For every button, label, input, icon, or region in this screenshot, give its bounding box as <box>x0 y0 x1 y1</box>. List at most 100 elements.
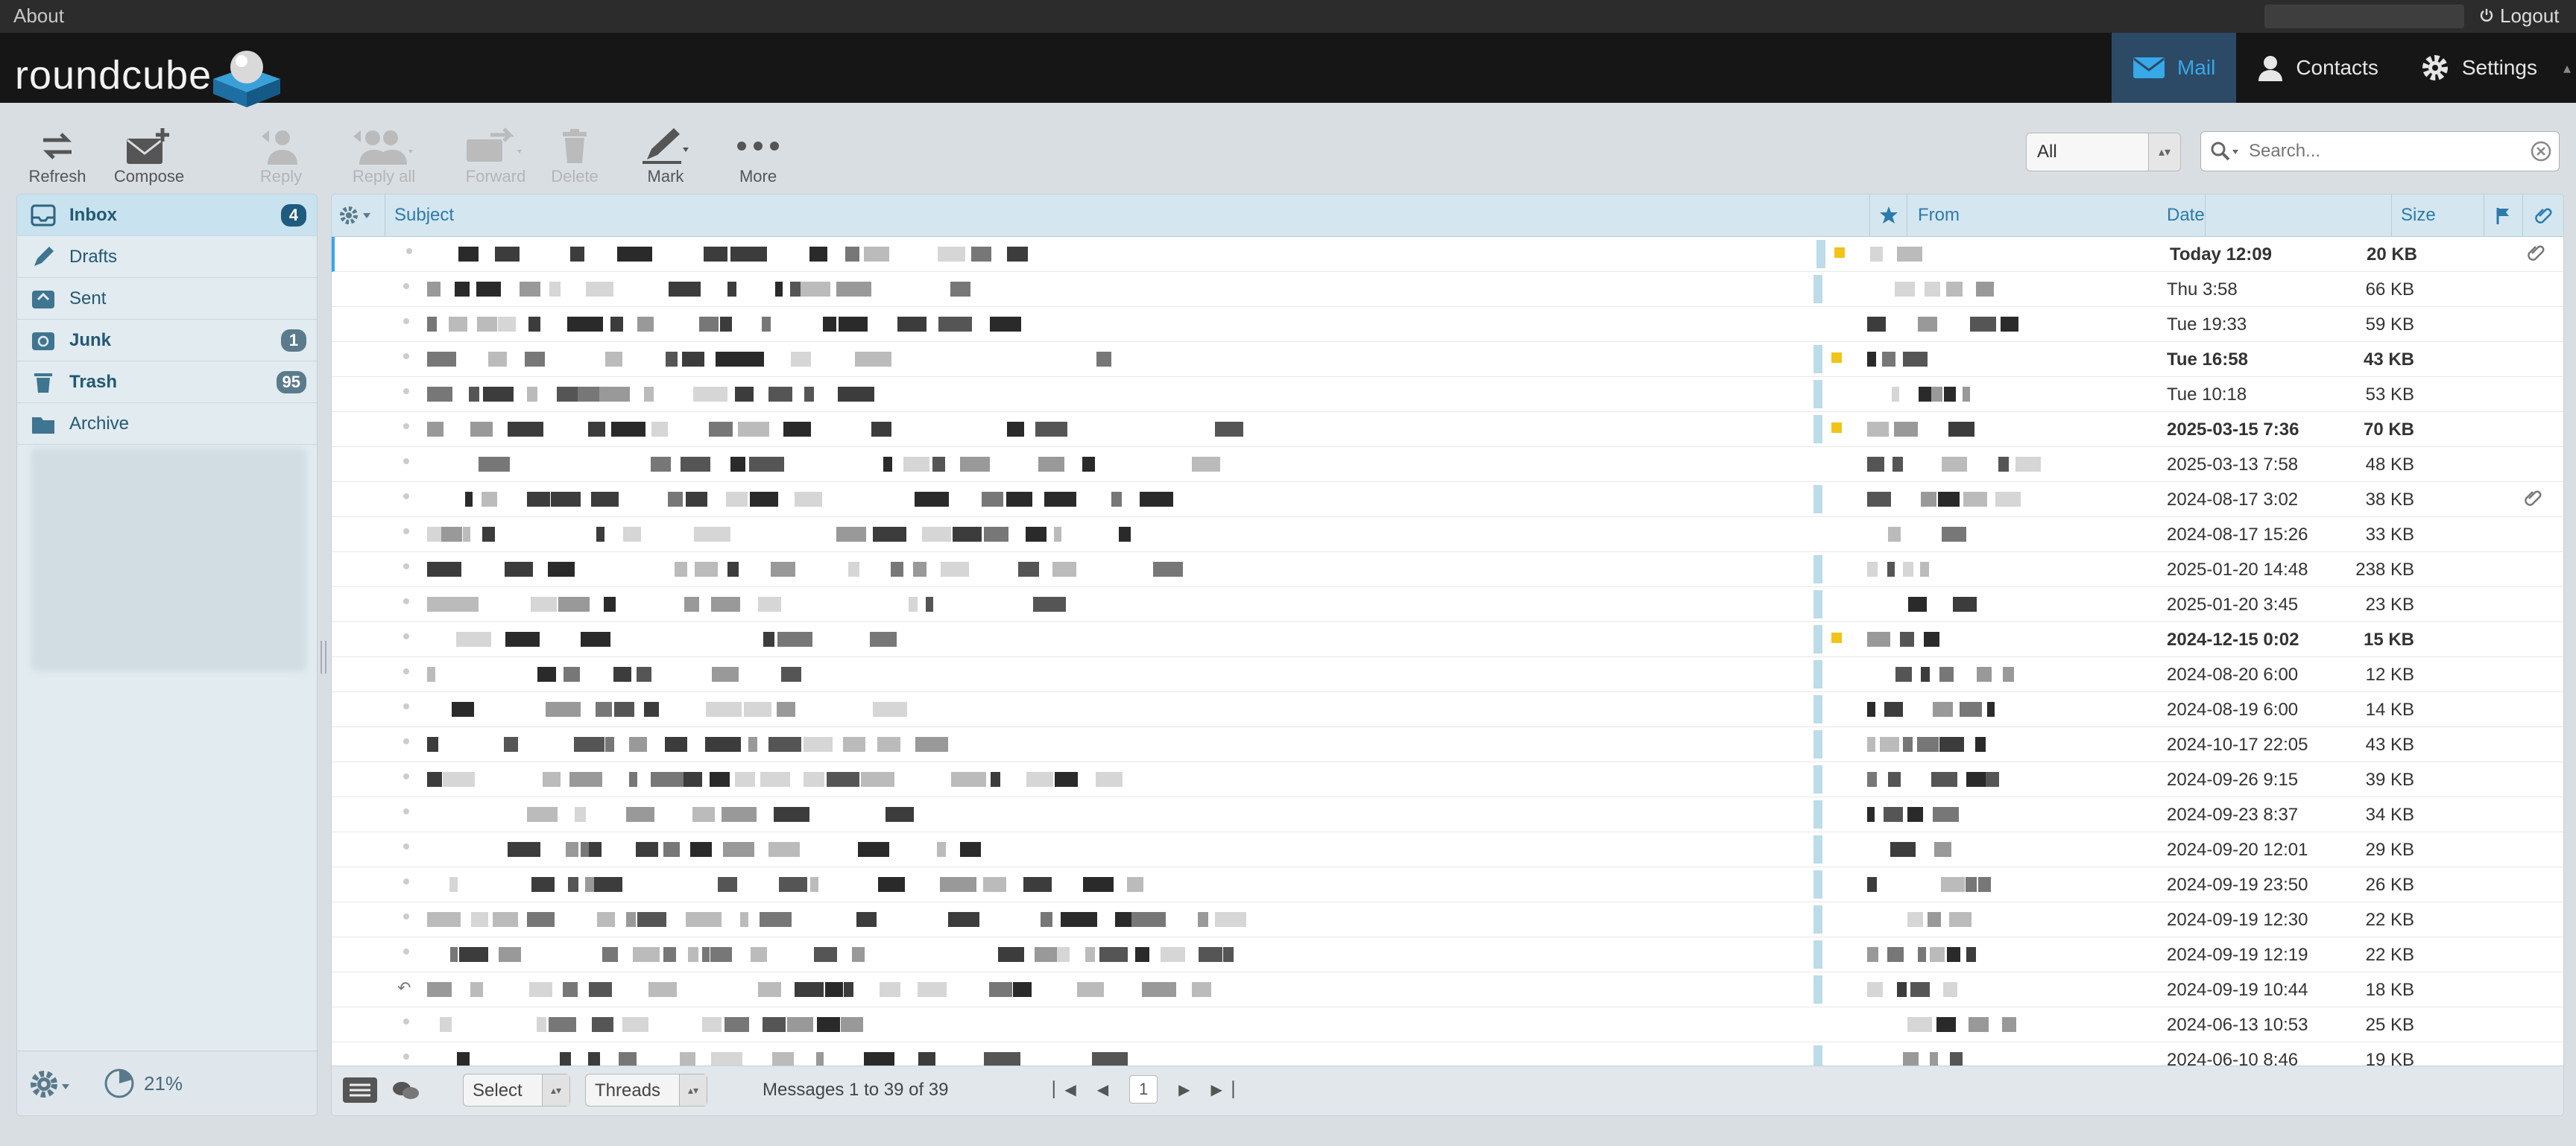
reply-all-label: Reply all <box>352 167 416 186</box>
select-dropdown[interactable]: Select ▴▾ <box>463 1074 570 1107</box>
status-dot-icon <box>403 843 409 849</box>
folder-label: Drafts <box>69 246 118 267</box>
attachment-column-icon[interactable] <box>2523 194 2563 236</box>
task-mail[interactable]: Mail <box>2111 33 2237 103</box>
last-page-icon[interactable]: ▶▕ <box>1211 1080 1234 1099</box>
collapse-header-icon[interactable]: ▴ <box>2558 33 2576 103</box>
message-date: 2024-09-20 12:01 <box>2167 840 2308 860</box>
compose-button[interactable]: Compose <box>108 125 190 186</box>
reply-all-button[interactable]: Reply all <box>335 125 432 186</box>
message-row[interactable]: 2024-08-17 3:02 38 KB <box>332 482 2563 517</box>
message-row[interactable]: 2024-09-19 12:30 22 KB <box>332 902 2563 937</box>
flag-marker <box>1813 555 1822 583</box>
subject-column-header[interactable]: Subject <box>385 194 1870 236</box>
date-header-label: Date <box>2167 205 2205 225</box>
search-box[interactable] <box>2200 131 2560 171</box>
message-row[interactable]: 2024-09-19 23:50 26 KB <box>332 867 2563 902</box>
pane-splitter[interactable] <box>321 641 326 674</box>
logout-link[interactable]: Logout <box>2479 4 2560 28</box>
reply-icon <box>240 125 322 167</box>
message-row[interactable]: 2024-12-15 0:02 15 KB <box>332 622 2563 657</box>
message-row[interactable]: ↶ 2024-09-19 10:44 18 KB <box>332 972 2563 1007</box>
message-row[interactable]: 2024-08-19 6:00 14 KB <box>332 692 2563 727</box>
flagged-star-icon[interactable] <box>1834 247 1845 258</box>
folder-archive[interactable]: Archive <box>17 403 317 445</box>
list-options-gear-icon[interactable] <box>332 194 385 236</box>
task-contacts[interactable]: Contacts <box>2236 33 2399 103</box>
delete-button[interactable]: Delete <box>534 125 616 186</box>
status-dot-icon <box>403 493 409 499</box>
next-page-icon[interactable]: ▶ <box>1178 1080 1190 1099</box>
message-size: 33 KB <box>2365 525 2414 545</box>
folder-trash[interactable]: Trash 95 <box>17 361 317 403</box>
folder-inbox[interactable]: Inbox 4 <box>17 194 317 236</box>
filter-value: All <box>2037 142 2057 162</box>
list-header: Subject From Date Size <box>332 194 2563 237</box>
message-row[interactable]: 2024-09-23 8:37 34 KB <box>332 797 2563 832</box>
folder-drafts[interactable]: Drafts <box>17 236 317 278</box>
message-row[interactable]: 2024-08-20 6:00 12 KB <box>332 657 2563 692</box>
refresh-button[interactable]: Refresh <box>16 125 98 186</box>
message-row[interactable]: Thu 3:58 66 KB <box>332 272 2563 307</box>
folder-sent[interactable]: Sent <box>17 278 317 320</box>
flagged-star-icon[interactable] <box>1831 422 1842 433</box>
message-row[interactable]: 2024-09-19 12:19 22 KB <box>332 937 2563 972</box>
flag-column-icon[interactable] <box>2484 194 2523 236</box>
message-row[interactable]: 2024-09-26 9:15 39 KB <box>332 762 2563 797</box>
refresh-label: Refresh <box>28 167 86 186</box>
flagged-star-icon[interactable] <box>1831 352 1842 363</box>
status-dot-icon <box>403 879 409 884</box>
threads-dropdown[interactable]: Threads ▴▾ <box>585 1074 707 1107</box>
message-row[interactable]: Tue 19:33 59 KB <box>332 307 2563 342</box>
message-date: 2025-01-20 14:48 <box>2167 560 2308 580</box>
task-settings[interactable]: Settings <box>2399 33 2558 103</box>
attachment-icon <box>2526 243 2545 267</box>
message-row[interactable]: 2025-01-20 14:48 238 KB <box>332 552 2563 587</box>
forward-button[interactable]: Forward <box>447 125 544 186</box>
task-mail-label: Mail <box>2176 56 2216 79</box>
message-date: 2025-03-15 7:36 <box>2167 420 2299 440</box>
message-size: 66 KB <box>2365 279 2414 300</box>
about-link[interactable]: About <box>13 4 64 28</box>
page-number-input[interactable]: 1 <box>1129 1075 1158 1104</box>
status-dot-icon <box>403 914 409 919</box>
roundcube-logo[interactable]: roundcube <box>15 37 283 107</box>
more-label: More <box>739 167 777 186</box>
more-button[interactable]: More <box>717 125 799 186</box>
filter-select[interactable]: All ▴▾ <box>2026 133 2181 171</box>
search-icon[interactable] <box>2210 141 2243 167</box>
message-row[interactable]: 2025-03-13 7:58 48 KB <box>332 447 2563 482</box>
message-row[interactable]: Today 12:09 20 KB <box>332 237 2563 272</box>
quota-indicator: 21% <box>104 1068 183 1099</box>
message-date: 2024-08-20 6:00 <box>2167 665 2299 685</box>
drafts-icon <box>17 245 69 269</box>
compose-label: Compose <box>113 167 185 186</box>
message-row[interactable]: 2024-10-17 22:05 43 KB <box>332 727 2563 762</box>
search-input[interactable] <box>2247 138 2519 165</box>
folder-junk[interactable]: Junk 1 <box>17 320 317 361</box>
threads-view-icon[interactable] <box>391 1078 421 1107</box>
message-row[interactable]: 2024-06-13 10:53 25 KB <box>332 1007 2563 1042</box>
message-size: 15 KB <box>2363 630 2414 650</box>
first-page-icon[interactable]: ▏◀ <box>1053 1080 1076 1099</box>
message-row[interactable]: 2025-03-15 7:36 70 KB <box>332 412 2563 447</box>
prev-page-icon[interactable]: ◀ <box>1097 1080 1108 1099</box>
message-row[interactable]: Tue 10:18 53 KB <box>332 377 2563 412</box>
reply-button[interactable]: Reply <box>240 125 322 186</box>
message-size: 39 KB <box>2365 770 2414 790</box>
username-redacted <box>2264 4 2464 28</box>
list-view-icon[interactable] <box>342 1077 378 1109</box>
message-row[interactable]: 2024-08-17 15:26 33 KB <box>332 517 2563 552</box>
date-column-header[interactable]: Date <box>2158 194 2392 236</box>
folder-actions-gear-icon[interactable] <box>29 1068 74 1104</box>
message-row[interactable]: 2024-09-20 12:01 29 KB <box>332 832 2563 867</box>
gear-icon <box>2420 53 2450 83</box>
flag-column-star-icon[interactable] <box>1870 194 1907 236</box>
status-dot-icon <box>403 949 409 955</box>
size-column-header[interactable]: Size <box>2392 194 2484 236</box>
clear-search-icon[interactable] <box>2531 141 2551 167</box>
message-row[interactable]: Tue 16:58 43 KB <box>332 342 2563 377</box>
flagged-star-icon[interactable] <box>1831 633 1842 643</box>
mark-button[interactable]: Mark <box>625 125 707 186</box>
message-row[interactable]: 2025-01-20 3:45 23 KB <box>332 587 2563 622</box>
